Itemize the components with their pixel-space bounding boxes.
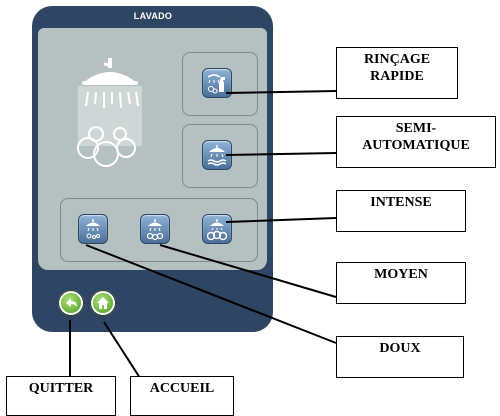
- callout-intense: INTENSE: [336, 190, 466, 232]
- callout-rincage-rapide: RINÇAGE RAPIDE: [336, 47, 458, 99]
- callout-intense-text: INTENSE: [370, 195, 432, 210]
- callout-rincage-line1: RINÇAGE: [363, 52, 431, 67]
- callout-moyen: MOYEN: [336, 262, 466, 304]
- callout-accueil-text: ACCUEIL: [149, 381, 215, 396]
- callout-moyen-text: MOYEN: [374, 267, 428, 282]
- callout-semi-automatique: SEMI- AUTOMATIQUE: [336, 116, 496, 168]
- callout-accueil: ACCUEIL: [130, 376, 234, 416]
- callout-semi-line2: AUTOMATIQUE: [362, 138, 470, 153]
- callout-semi-line1: SEMI-: [395, 121, 437, 136]
- callout-doux: DOUX: [336, 336, 464, 378]
- callout-quitter-text: QUITTER: [28, 381, 94, 396]
- callout-doux-text: DOUX: [379, 341, 421, 356]
- callout-quitter: QUITTER: [6, 376, 116, 416]
- callout-rincage-line2: RAPIDE: [370, 69, 424, 84]
